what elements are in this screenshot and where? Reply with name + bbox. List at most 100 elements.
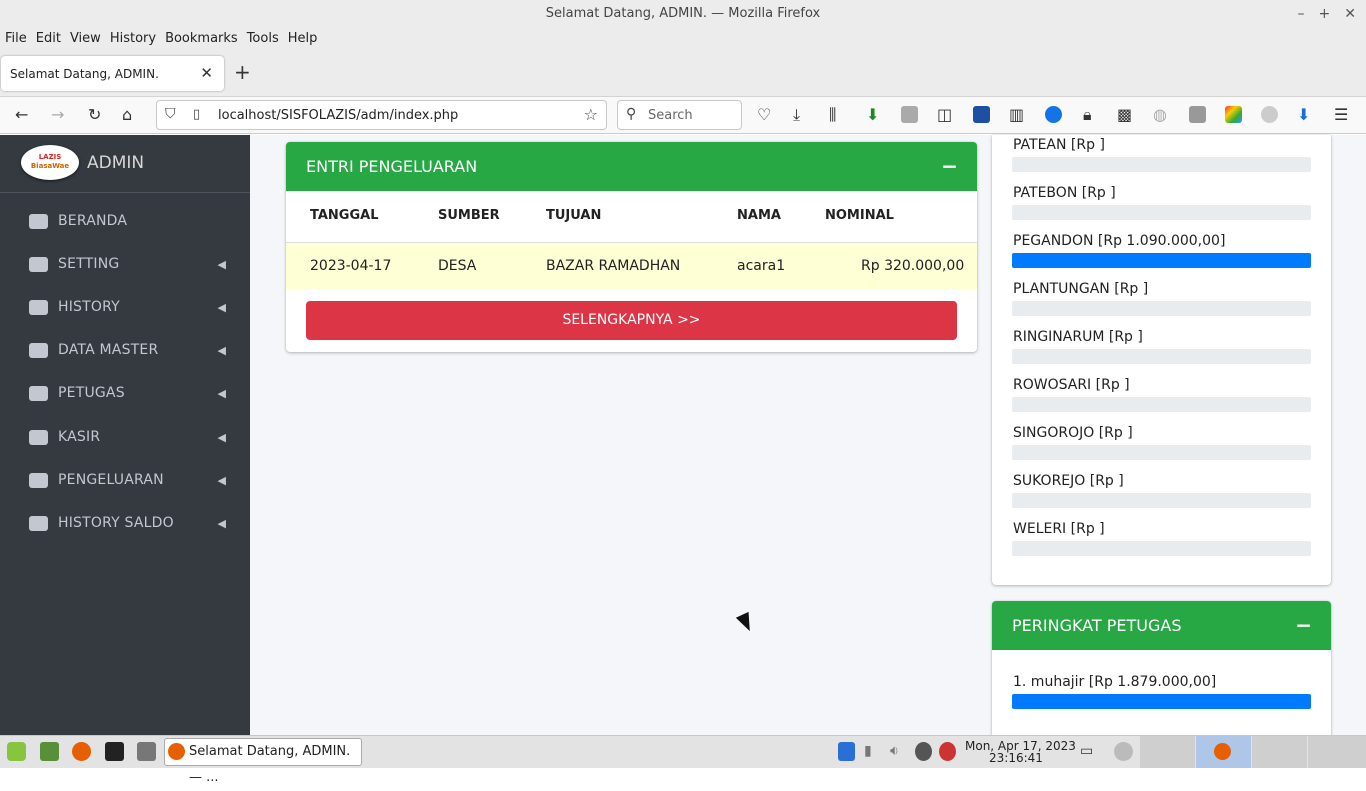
z-extension-icon[interactable] <box>1045 106 1062 123</box>
minimize-icon[interactable]: – <box>1298 6 1305 22</box>
tab-active[interactable]: Selamat Datang, ADMIN. ✕ <box>1 56 224 91</box>
menu-tools[interactable]: Tools <box>247 31 279 46</box>
bluetooth-icon[interactable] <box>838 742 855 761</box>
colorful-extension-icon[interactable] <box>1225 106 1242 123</box>
network-icon[interactable]: ▮ <box>864 743 872 759</box>
download-arrow-icon[interactable]: ⬇ <box>1297 106 1310 124</box>
files-icon[interactable] <box>137 742 156 761</box>
column-header-sumber: SUMBER <box>438 208 500 223</box>
workspace-firefox-icon <box>1214 743 1231 760</box>
menu-help[interactable]: Help <box>288 31 318 46</box>
home-icon[interactable]: ⌂ <box>122 106 132 124</box>
progress-bar-sukorejo <box>1012 493 1311 508</box>
extension-2-icon[interactable] <box>1189 106 1206 123</box>
progress-fill <box>1012 253 1311 268</box>
globe-icon[interactable]: ◍ <box>1153 106 1167 124</box>
progress-bar-weleri <box>1012 541 1311 556</box>
volume-icon[interactable]: 🔉︎ <box>890 743 899 759</box>
tray-app-icon[interactable] <box>1114 742 1133 761</box>
update-error-icon[interactable] <box>939 742 956 761</box>
downloads-icon[interactable]: ⤓ <box>793 106 800 124</box>
cell-nominal: Rp 320.000,00 <box>861 258 965 274</box>
workspace-4[interactable] <box>1308 736 1366 768</box>
dashboard-icon <box>29 256 48 272</box>
close-icon[interactable]: ✕ <box>1344 6 1356 22</box>
column-header-tanggal: TANGGAL <box>310 208 379 223</box>
show-desktop-icon[interactable]: ▭ <box>1080 743 1093 759</box>
menu-bookmarks[interactable]: Bookmarks <box>165 31 238 46</box>
village-label-sukorejo: SUKOREJO [Rp ] <box>1013 473 1124 489</box>
workspace-3[interactable] <box>1252 736 1307 768</box>
village-label-singorojo: SINGOROJO [Rp ] <box>1013 425 1133 441</box>
pocket-icon[interactable]: ♡ <box>757 106 771 124</box>
sidebar-item-label: SETTING <box>58 256 120 272</box>
sidebar-item-pengeluaran[interactable]: PENGELUARAN ◀ <box>0 460 250 500</box>
sidebar-item-setting[interactable]: SETTING ◀ <box>0 244 250 284</box>
cell-tujuan: BAZAR RAMADHAN <box>546 258 681 274</box>
menu-file[interactable]: File <box>5 31 27 46</box>
more-button[interactable]: SELENGKAPNYA >> <box>306 301 957 340</box>
progress-bar-rowosari <box>1012 397 1311 412</box>
sidebar: LAZIS BiasaWae ADMIN BERANDA SETTING ◀ HI… <box>0 135 250 735</box>
chevron-left-icon: ◀ <box>217 300 226 314</box>
menu-edit[interactable]: Edit <box>36 31 61 46</box>
sidebar-item-petugas[interactable]: PETUGAS ◀ <box>0 373 250 413</box>
green-download-icon[interactable]: ⬇ <box>866 106 879 124</box>
officer-card-header: PERINGKAT PETUGAS − <box>992 601 1331 650</box>
ruler-icon[interactable]: ▥ <box>1009 106 1024 124</box>
page-info-icon[interactable]: ▯ <box>193 107 200 122</box>
tab-title: Selamat Datang, ADMIN. <box>10 66 159 81</box>
address-url: localhost/SISFOLAZIS/adm/index.php <box>218 108 459 123</box>
address-bar[interactable]: ⛉ ▯ localhost/SISFOLAZIS/adm/index.php ☆ <box>156 100 607 130</box>
mint-menu-icon[interactable] <box>7 742 26 761</box>
back-icon[interactable]: ← <box>15 106 28 124</box>
terminal-icon[interactable] <box>105 742 124 761</box>
collapse-button[interactable]: − <box>941 142 958 191</box>
qr-code-icon[interactable]: ▩ <box>1117 106 1132 124</box>
sidebar-item-data-master[interactable]: DATA MASTER ◀ <box>0 330 250 370</box>
clock[interactable]: Mon, Apr 17, 2023 23:16:41 <box>965 740 1076 764</box>
workspace-2[interactable] <box>1196 736 1251 768</box>
firefox-launcher-icon[interactable] <box>72 742 91 761</box>
progress-bar-ringinarum <box>1012 349 1311 364</box>
forward-icon[interactable]: → <box>51 106 64 124</box>
shield-icon[interactable]: ⛉ <box>165 106 176 122</box>
menu-view[interactable]: View <box>70 31 101 46</box>
new-tab-icon[interactable]: + <box>234 60 251 84</box>
taskbar-app-firefox[interactable]: Selamat Datang, ADMIN. — ... <box>164 738 362 785</box>
library-icon[interactable]: ⫼ <box>829 106 836 124</box>
menu-history[interactable]: History <box>110 31 156 46</box>
cell-nama: acara1 <box>737 258 786 274</box>
chevron-left-icon: ◀ <box>217 516 226 530</box>
chevron-left-icon: ◀ <box>217 430 226 444</box>
progress-bar-patebon <box>1012 205 1311 220</box>
sidebar-item-beranda[interactable]: BERANDA <box>0 201 250 241</box>
sidebar-item-label: DATA MASTER <box>58 342 159 358</box>
progress-bar-singorojo <box>1012 445 1311 460</box>
maximize-icon[interactable]: + <box>1319 6 1331 22</box>
officer-ranking-card: PERINGKAT PETUGAS − <box>992 601 1331 741</box>
village-label-weleri: WELERI [Rp ] <box>1013 521 1105 537</box>
sidebar-item-history[interactable]: HISTORY ◀ <box>0 287 250 327</box>
app-menu-icon[interactable]: ☰ <box>1334 106 1348 124</box>
lock-icon[interactable]: 🔒︎ <box>1083 106 1092 124</box>
workspace-1[interactable] <box>1140 736 1195 768</box>
record-icon[interactable] <box>1261 106 1278 123</box>
brand[interactable]: LAZIS BiasaWae ADMIN <box>0 135 250 193</box>
sidebar-item-kasir[interactable]: KASIR ◀ <box>0 417 250 457</box>
reader-icon[interactable]: ◫ <box>937 106 952 124</box>
tab-close-icon[interactable]: ✕ <box>200 64 213 82</box>
bookmark-star-icon[interactable]: ☆ <box>584 105 598 124</box>
reload-icon[interactable]: ↻ <box>88 106 101 124</box>
search-input[interactable]: ⚲ Search <box>617 100 742 130</box>
search-placeholder: Search <box>648 108 693 123</box>
sidebar-item-history-saldo[interactable]: HISTORY SALDO ◀ <box>0 503 250 543</box>
collapse-button[interactable]: − <box>1295 601 1312 650</box>
bluetooth-status-icon[interactable] <box>915 742 932 761</box>
desktop-icon[interactable] <box>40 742 59 761</box>
sidebar-item-label: HISTORY SALDO <box>58 515 174 531</box>
extension-icon[interactable] <box>901 106 918 123</box>
downloader-icon[interactable] <box>973 106 990 123</box>
sidebar-item-label: PENGELUARAN <box>58 472 164 488</box>
brand-text: ADMIN <box>87 153 145 173</box>
